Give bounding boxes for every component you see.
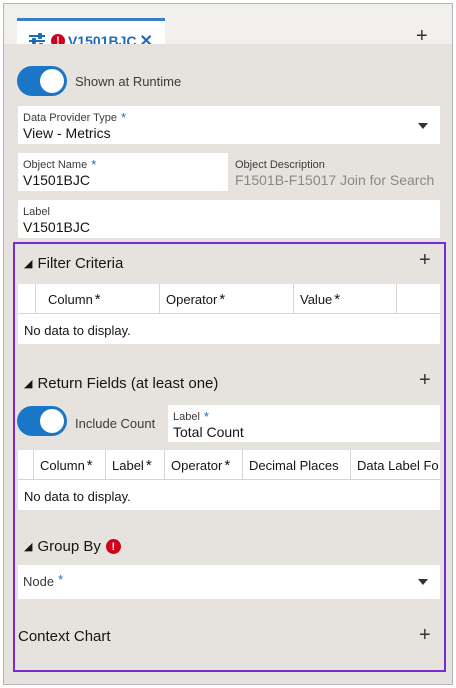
object-description-field: Object Description F1501B-F15017 Join fo… bbox=[230, 153, 440, 191]
column-header-column[interactable]: Column * bbox=[34, 450, 106, 480]
triangle-icon: ◢ bbox=[24, 541, 33, 553]
label-field[interactable]: Label V1501BJC bbox=[18, 200, 440, 238]
no-data-message: No data to display. bbox=[24, 323, 131, 338]
add-context-chart-button[interactable]: + bbox=[419, 625, 431, 645]
column-header-label[interactable]: Label * bbox=[106, 450, 165, 480]
add-tab-button[interactable]: + bbox=[416, 26, 428, 46]
node-select[interactable]: Node * bbox=[18, 565, 440, 599]
return-table-header: Column * Label * Operator * Decimal Places … bbox=[18, 450, 440, 480]
triangle-icon: ◢ bbox=[24, 258, 33, 270]
tab-bar: ! V1501BJC ✕ + bbox=[4, 4, 452, 60]
label-field-label: Label bbox=[23, 206, 50, 218]
filter-criteria-table: Column * Operator * Value * No data to disp… bbox=[18, 284, 440, 344]
error-icon: ! bbox=[105, 539, 121, 554]
filter-table-header: Column * Operator * Value * bbox=[18, 284, 440, 314]
column-header-data-label-format[interactable]: Data Label Fo bbox=[351, 450, 440, 480]
column-header-column[interactable]: Column * bbox=[36, 284, 160, 314]
filter-criteria-header[interactable]: ◢ Filter Criteria bbox=[24, 255, 123, 272]
add-return-field-button[interactable]: + bbox=[419, 370, 431, 390]
group-by-header[interactable]: ◢ Group By ! bbox=[24, 538, 121, 555]
label-field-value: V1501BJC bbox=[23, 219, 90, 235]
include-count-toggle[interactable] bbox=[17, 406, 67, 436]
object-description-value: F1501B-F15017 Join for Search bbox=[235, 172, 435, 188]
count-label-value: Total Count bbox=[173, 424, 244, 440]
column-header-value[interactable]: Value * bbox=[294, 284, 397, 314]
object-name-field[interactable]: Object Name * V1501BJC bbox=[18, 153, 228, 191]
data-provider-type-select[interactable]: Data Provider Type * View - Metrics bbox=[18, 106, 440, 144]
panel-frame: ! V1501BJC ✕ + Shown at Runtime Data Pro… bbox=[3, 3, 453, 685]
chevron-down-icon bbox=[418, 579, 428, 585]
object-name-value: V1501BJC bbox=[23, 172, 90, 188]
object-description-label: Object Description bbox=[235, 159, 325, 171]
context-chart-header[interactable]: Context Chart bbox=[18, 628, 111, 645]
return-fields-table: Column * Label * Operator * Decimal Places … bbox=[18, 450, 440, 510]
column-header-operator[interactable]: Operator * bbox=[165, 450, 243, 480]
return-fields-header[interactable]: ◢ Return Fields (at least one) bbox=[24, 375, 218, 392]
triangle-icon: ◢ bbox=[24, 378, 33, 390]
data-provider-type-value: View - Metrics bbox=[23, 125, 111, 141]
shown-at-runtime-toggle[interactable] bbox=[17, 66, 67, 96]
chevron-down-icon bbox=[418, 123, 428, 129]
node-label: Node bbox=[23, 574, 55, 589]
include-count-label: Include Count bbox=[75, 416, 156, 431]
object-name-label: Object Name bbox=[23, 159, 88, 171]
shown-at-runtime-label: Shown at Runtime bbox=[75, 74, 182, 89]
add-filter-button[interactable]: + bbox=[419, 250, 431, 270]
column-header-decimal-places[interactable]: Decimal Places bbox=[243, 450, 351, 480]
count-label-field[interactable]: Label * Total Count bbox=[168, 405, 440, 442]
no-data-message: No data to display. bbox=[24, 489, 131, 504]
count-label-label: Label bbox=[173, 411, 200, 423]
data-provider-type-label: Data Provider Type bbox=[23, 112, 117, 124]
main-content: Shown at Runtime Data Provider Type * Vie… bbox=[4, 44, 452, 684]
column-header-operator[interactable]: Operator * bbox=[160, 284, 294, 314]
